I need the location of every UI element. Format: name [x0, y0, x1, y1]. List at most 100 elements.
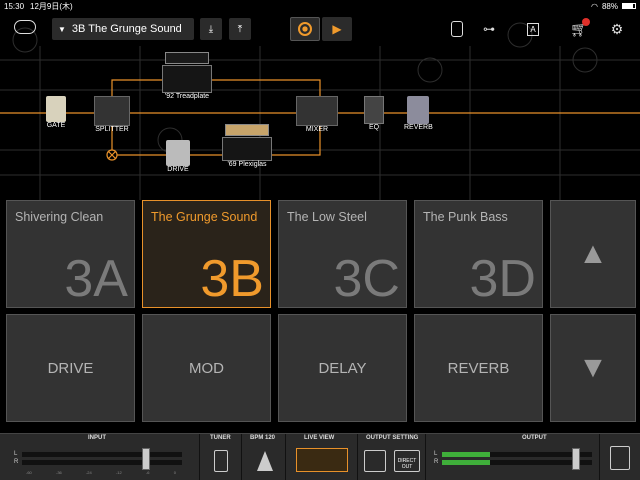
preset-name: The Low Steel [287, 210, 367, 224]
scale-tick: -24 [85, 470, 92, 475]
play-icon: ▶ [332, 22, 342, 36]
routing-icon: ⊶ [483, 22, 495, 36]
input-meter-r [22, 460, 182, 465]
amp-head-icon [165, 52, 209, 64]
record-button[interactable] [290, 17, 320, 41]
status-date: 12月9日(木) [30, 1, 73, 11]
ab-icon: A [527, 22, 539, 36]
chain-node-label: EQ [368, 124, 380, 131]
preset-tile-3d[interactable]: The Punk Bass 3D [414, 200, 543, 308]
chain-node-mixer[interactable]: MIXER [296, 96, 338, 133]
effect-tile-mod[interactable]: MOD [142, 314, 271, 422]
chain-node-label: REVERB [404, 124, 433, 131]
chain-node-amp-treadplate[interactable]: '92 Treadplate [162, 52, 212, 100]
preset-selector[interactable]: ▼ 3B The Grunge Sound [52, 18, 194, 40]
settings-button[interactable]: ⚙ [606, 18, 628, 40]
mixer-icon [296, 96, 338, 126]
tuner-pedal-icon [214, 450, 228, 472]
share-upload-button[interactable]: ⤒ [229, 18, 251, 40]
output-section: OUTPUT L R [426, 434, 600, 480]
bank-down-button[interactable]: ▼ [550, 314, 636, 422]
record-icon [298, 22, 312, 36]
preset-selector-label: 3B The Grunge Sound [71, 23, 182, 35]
preset-name: The Grunge Sound [151, 210, 258, 224]
status-bar: 15:30 12月9日(木) ◠ 88% [0, 0, 640, 12]
battery-icon [622, 3, 636, 9]
metronome-icon [257, 451, 273, 471]
preset-tile-3c[interactable]: The Low Steel 3C [278, 200, 407, 308]
input-channel-l: L [14, 451, 18, 457]
gear-icon: ⚙ [610, 20, 624, 37]
device-icon [451, 21, 463, 37]
eq-icon [364, 96, 384, 124]
chain-node-splitter[interactable]: SPLITTER [94, 96, 130, 133]
play-button[interactable]: ▶ [322, 17, 352, 41]
routing-button[interactable]: ⊶ [478, 18, 500, 40]
tuner-button[interactable]: TUNER [200, 434, 242, 480]
effect-label: MOD [189, 359, 224, 377]
live-view-icon [296, 448, 348, 472]
top-toolbar: ▼ 3B The Grunge Sound ⤓ ⤒ ▶ ⊶ A 🛒︎ ⚙ [0, 12, 640, 46]
output-label: OUTPUT [522, 435, 547, 441]
effect-label: REVERB [447, 359, 510, 377]
sliders-icon [610, 446, 630, 470]
output-setting-label: OUTPUT SETTING [366, 435, 419, 441]
bpm-button[interactable]: BPM 120 [242, 434, 286, 480]
effect-tile-drive[interactable]: DRIVE [6, 314, 135, 422]
output-channel-l: L [434, 451, 438, 457]
status-time: 15:30 [4, 1, 25, 11]
scale-tick: -36 [55, 470, 62, 475]
output-setting-section: OUTPUT SETTING DIRECT OUT [358, 434, 426, 480]
chain-node-gate[interactable]: GATE [46, 96, 66, 129]
output-meter-l [442, 452, 592, 457]
save-download-button[interactable]: ⤓ [200, 18, 222, 40]
arrow-down-icon: ▼ [578, 351, 608, 384]
input-channel-r: R [14, 459, 19, 465]
preset-name: Shivering Clean [15, 210, 104, 224]
output-channel-r: R [434, 459, 439, 465]
direct-out-button[interactable]: DIRECT OUT [394, 450, 420, 472]
ab-compare-button[interactable]: A [522, 18, 544, 40]
preset-number: 3A [64, 250, 128, 308]
shop-button[interactable]: 🛒︎ [568, 18, 590, 40]
cabinet-icon [222, 137, 272, 161]
output-volume-slider[interactable] [572, 448, 580, 470]
live-view-button[interactable]: LIVE VIEW [286, 434, 358, 480]
chain-node-label: '69 Plexiglas [227, 161, 267, 168]
chain-node-amp-plexiglas[interactable]: '69 Plexiglas [222, 124, 272, 168]
chain-node-eq[interactable]: EQ [364, 96, 384, 131]
status-battery: 88% [601, 1, 618, 11]
output-meter-r [442, 460, 592, 465]
cloud-icon[interactable] [14, 20, 36, 34]
effect-label: DELAY [318, 359, 367, 377]
bank-up-button[interactable]: ▲ [550, 200, 636, 308]
chain-node-reverb[interactable]: REVERB [404, 96, 433, 131]
preset-number: 3D [469, 250, 536, 308]
mixer-settings-button[interactable] [600, 434, 640, 480]
cabinet-icon [162, 65, 212, 93]
input-meter-l [22, 452, 182, 457]
chain-node-drive[interactable]: DRIVE [166, 140, 190, 173]
effect-tile-delay[interactable]: DELAY [278, 314, 407, 422]
download-icon: ⤓ [208, 23, 214, 35]
chain-node-label: DRIVE [167, 166, 189, 173]
splitter-icon [94, 96, 130, 126]
chain-node-label: SPLITTER [95, 126, 129, 133]
bpm-label: BPM 120 [250, 435, 276, 441]
input-gain-slider[interactable] [142, 448, 150, 470]
effect-tile-reverb[interactable]: REVERB [414, 314, 543, 422]
preset-tile-3b[interactable]: The Grunge Sound 3B [142, 200, 271, 308]
preset-tile-3a[interactable]: Shivering Clean 3A [6, 200, 135, 308]
preset-name: The Punk Bass [423, 210, 508, 224]
device-button[interactable] [446, 18, 468, 40]
amp-output-button[interactable] [364, 450, 386, 472]
reverb-pedal-icon [407, 96, 430, 124]
amp-head-icon [225, 124, 269, 136]
chain-node-label: '92 Treadplate [164, 93, 210, 100]
drive-pedal-icon [166, 140, 190, 166]
arrow-up-icon: ▲ [578, 237, 608, 270]
effect-label: DRIVE [47, 359, 94, 377]
scale-tick: -60 [26, 470, 32, 475]
gate-pedal-icon [46, 96, 66, 122]
upload-icon: ⤒ [237, 23, 243, 35]
